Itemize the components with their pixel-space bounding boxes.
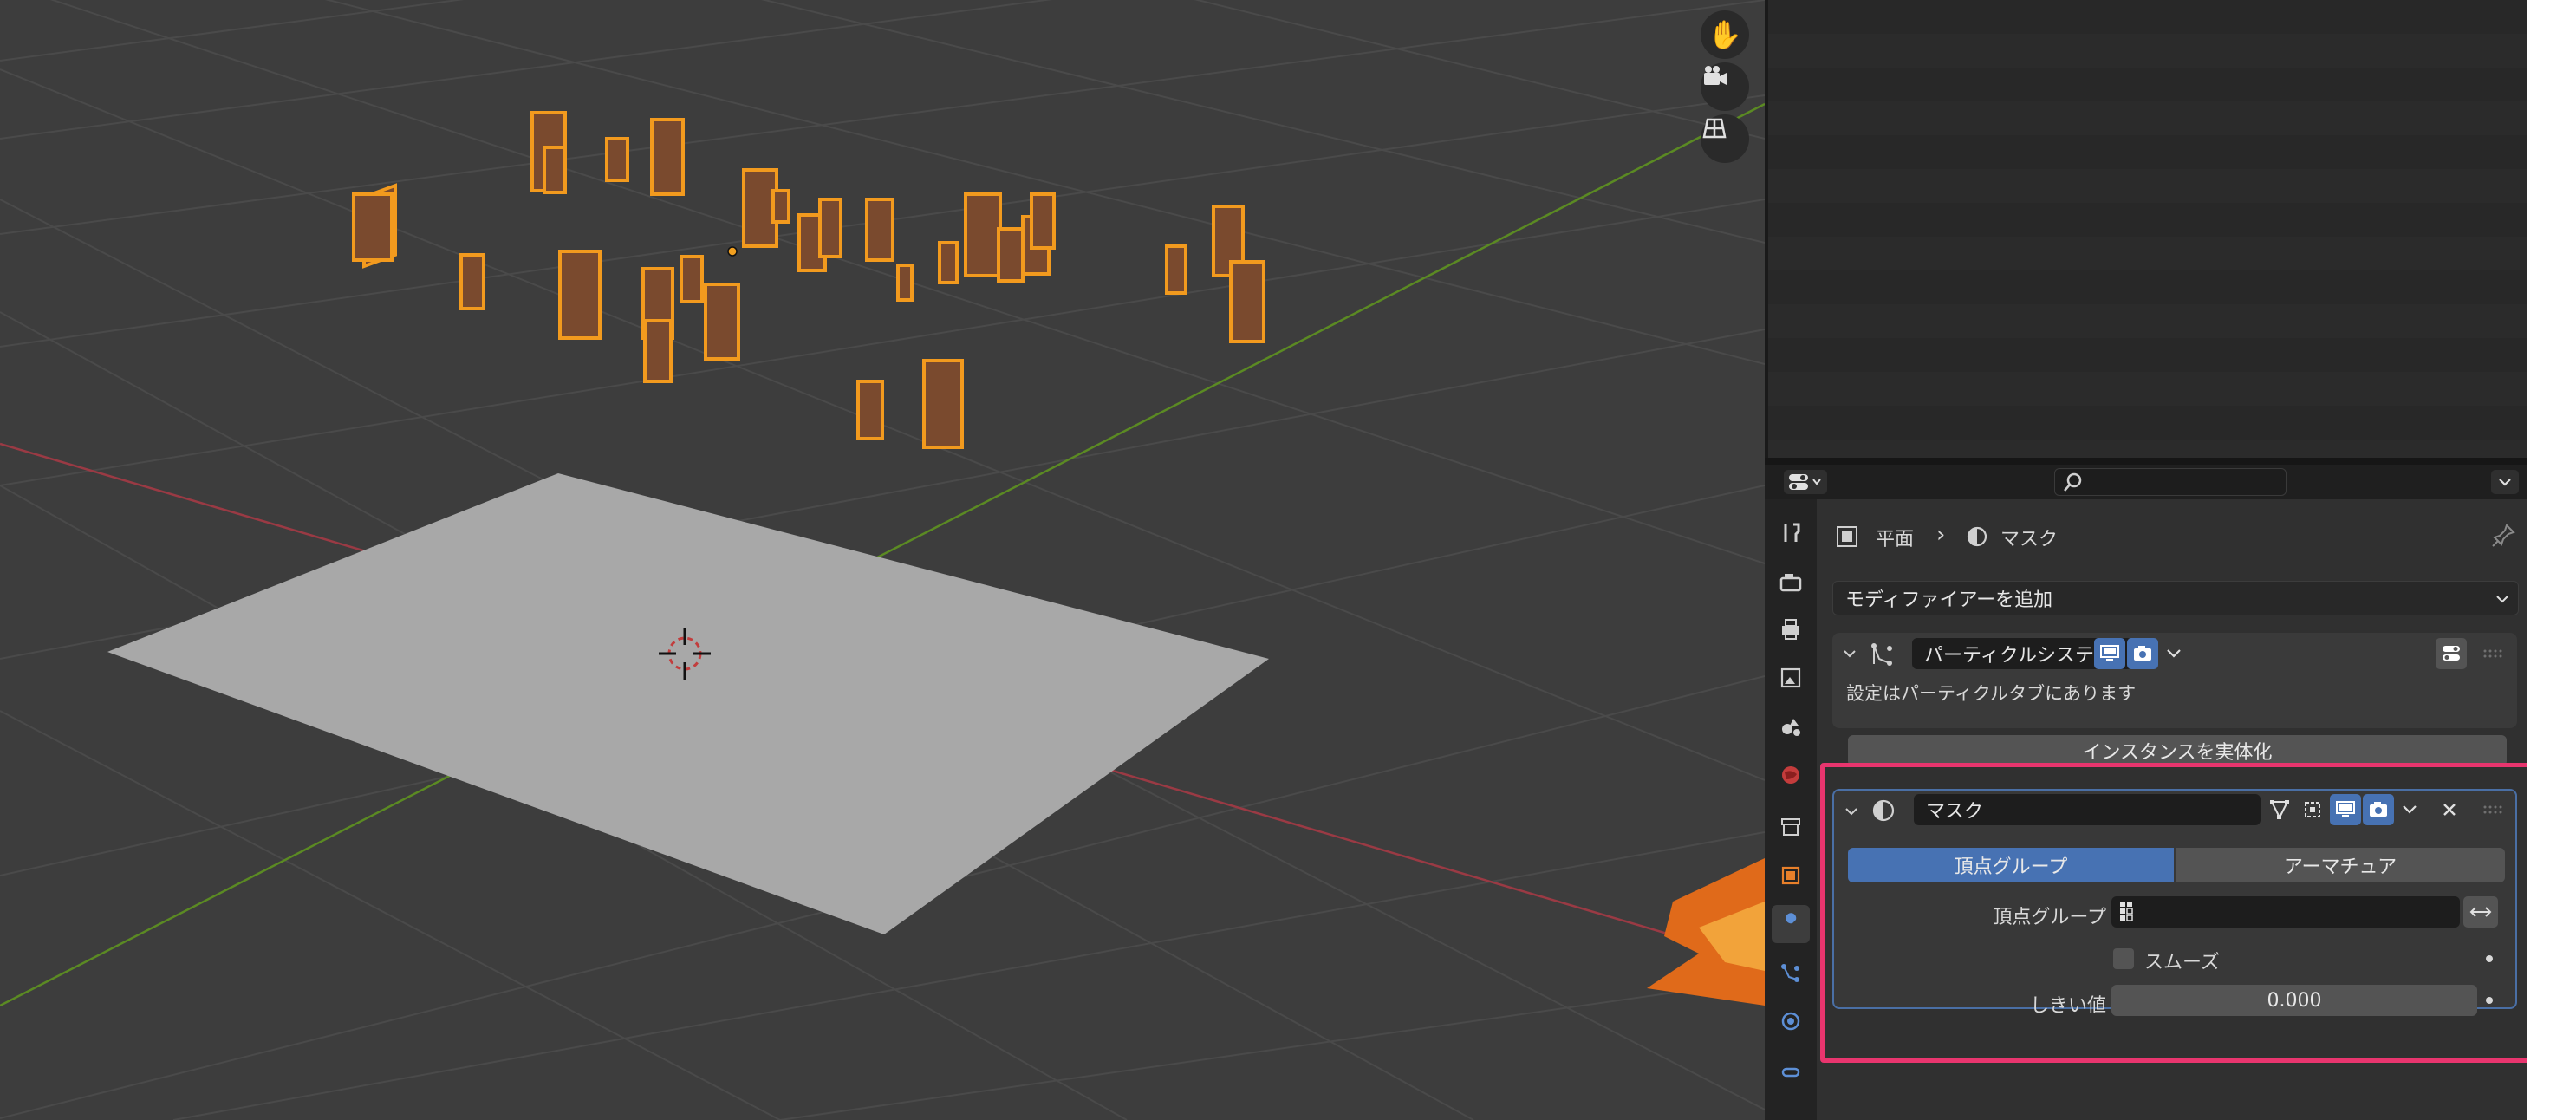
- highlight-annotation: [1820, 763, 2540, 1063]
- grid-icon: [1702, 118, 1727, 139]
- 3d-viewport[interactable]: ✋: [0, 0, 1765, 1120]
- particle-settings-button[interactable]: [2436, 638, 2467, 669]
- collapse-chevron-icon[interactable]: [1841, 645, 1858, 662]
- object-data-icon: [1834, 524, 1860, 550]
- header-menu-dropdown[interactable]: [2491, 470, 2519, 494]
- properties-header: [1765, 465, 2527, 499]
- modifier-menu-chevron-icon[interactable]: [2163, 643, 2184, 664]
- tab-physics[interactable]: [1772, 1002, 1810, 1040]
- camera-view-button[interactable]: [1701, 62, 1749, 111]
- editor-type-dropdown[interactable]: [1784, 470, 1827, 494]
- physics-icon: [1781, 1012, 1800, 1031]
- tab-view-layer[interactable]: [1772, 659, 1810, 697]
- properties-tab-bar: [1765, 499, 1817, 1120]
- make-instances-real-label: インスタンスを実体化: [2082, 742, 2273, 764]
- wrench-icon: [1784, 913, 1797, 932]
- tab-scene[interactable]: [1772, 707, 1810, 746]
- tool-icon: [1784, 523, 1800, 542]
- modifier-name-text: パーティクルシステム: [1924, 645, 2113, 667]
- pin-icon: [2492, 524, 2515, 547]
- tab-object[interactable]: [1772, 856, 1810, 895]
- tab-output[interactable]: [1772, 610, 1810, 648]
- outliner-panel[interactable]: [1765, 0, 2527, 458]
- render-toggle[interactable]: [2127, 638, 2158, 669]
- breadcrumb-separator: ›: [1936, 522, 1946, 548]
- render-icon: [1779, 574, 1802, 592]
- object-icon: [1781, 866, 1800, 885]
- particle-instances: [352, 111, 1265, 449]
- tab-tool[interactable]: [1772, 513, 1810, 551]
- tab-constraints[interactable]: [1772, 1051, 1810, 1089]
- tab-render[interactable]: [1772, 563, 1810, 602]
- pan-view-button[interactable]: ✋: [1701, 10, 1749, 59]
- particles-icon: [1781, 964, 1799, 982]
- plane-mesh: [107, 473, 1269, 934]
- scene-icon: [1782, 719, 1800, 736]
- constraint-icon: [1781, 1067, 1800, 1078]
- tab-modifiers[interactable]: [1772, 905, 1810, 943]
- chevron-down-icon: [2496, 596, 2508, 603]
- breadcrumb-object: 平面: [1876, 529, 1915, 550]
- particle-system-modifier-panel: パーティクルシステム 設定はパーティクルタブにあります: [1832, 633, 2517, 728]
- search-input[interactable]: [2054, 468, 2287, 496]
- hand-icon: ✋: [1708, 18, 1742, 51]
- make-instances-real-button[interactable]: インスタンスを実体化: [1848, 735, 2507, 766]
- camera-icon: [2134, 646, 2151, 661]
- add-modifier-label: モディファイアーを追加: [1845, 589, 2053, 611]
- realtime-toggle[interactable]: [2094, 638, 2125, 669]
- particles-icon: [1871, 643, 1892, 666]
- drag-handle-icon[interactable]: [2482, 648, 2505, 661]
- tab-world[interactable]: [1772, 756, 1810, 794]
- printer-icon: [1782, 619, 1799, 640]
- pin-button[interactable]: [2489, 522, 2517, 550]
- breadcrumb-modifier: マスク: [2000, 529, 2059, 550]
- add-modifier-dropdown[interactable]: モディファイアーを追加: [1832, 581, 2519, 615]
- toggle-icon: [2443, 646, 2460, 661]
- search-icon: [2064, 472, 2082, 492]
- world-icon: [1782, 766, 1799, 784]
- properties-editor-icon: [1789, 474, 1821, 490]
- right-margin: [2527, 0, 2576, 1120]
- tab-collection[interactable]: [1772, 808, 1810, 846]
- ortho-toggle-button[interactable]: [1701, 114, 1749, 163]
- tab-particles[interactable]: [1772, 954, 1810, 992]
- chevron-down-icon: [2499, 479, 2511, 486]
- image-icon: [1780, 667, 1801, 688]
- particle-info-text: 設定はパーティクルタブにあります: [1846, 683, 2137, 704]
- box-icon: [1781, 818, 1800, 836]
- area-splitter[interactable]: [1765, 458, 2527, 465]
- camera-icon: [1704, 66, 1727, 85]
- monitor-icon: [2100, 645, 2119, 661]
- viewport-scene: [0, 0, 1765, 1120]
- mask-modifier-icon: [1964, 524, 1990, 550]
